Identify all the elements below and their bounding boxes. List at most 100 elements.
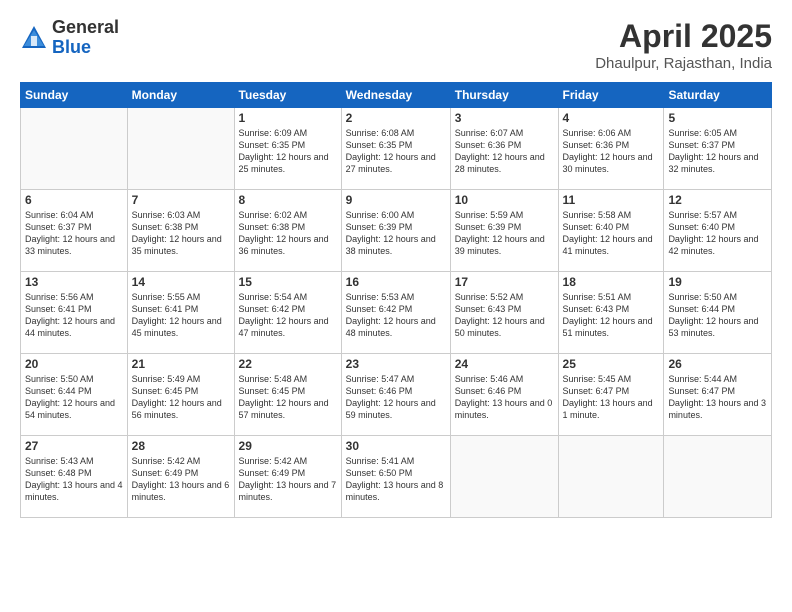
col-wednesday: Wednesday [341, 83, 450, 108]
day-number: 9 [346, 193, 446, 207]
day-number: 1 [239, 111, 337, 125]
table-row: 11Sunrise: 5:58 AMSunset: 6:40 PMDayligh… [558, 190, 664, 272]
table-row: 13 Sunrise: 5:56 AMSunset: 6:41 PMDayligh… [21, 272, 128, 354]
day-number: 11 [563, 193, 660, 207]
table-row: 19 Sunrise: 5:50 AMSunset: 6:44 PMDayligh… [664, 272, 772, 354]
table-row: 2Sunrise: 6:08 AMSunset: 6:35 PMDaylight… [341, 108, 450, 190]
day-info: Sunrise: 5:51 AMSunset: 6:43 PMDaylight:… [563, 291, 660, 340]
day-number: 23 [346, 357, 446, 371]
logo-text: General Blue [52, 18, 119, 58]
day-number: 21 [132, 357, 230, 371]
table-row: 6Sunrise: 6:04 AMSunset: 6:37 PMDaylight… [21, 190, 128, 272]
day-number: 24 [455, 357, 554, 371]
table-row: 10 Sunrise: 5:59 AMSunset: 6:39 PMDayligh… [450, 190, 558, 272]
day-info: Sunrise: 5:57 AMSunset: 6:40 PMDaylight:… [668, 209, 767, 258]
calendar-header-row: Sunday Monday Tuesday Wednesday Thursday… [21, 83, 772, 108]
day-number: 5 [668, 111, 767, 125]
day-info: Sunrise: 5:55 AMSunset: 6:41 PMDaylight:… [132, 291, 230, 340]
day-number: 28 [132, 439, 230, 453]
col-sunday: Sunday [21, 83, 128, 108]
day-info: Sunrise: 6:03 AMSunset: 6:38 PMDaylight:… [132, 209, 230, 258]
day-info: Sunrise: 5:54 AMSunset: 6:42 PMDaylight:… [239, 291, 337, 340]
calendar-week-row: 1 Sunrise: 6:09 AMSunset: 6:35 PMDaylight… [21, 108, 772, 190]
day-info: Sunrise: 5:41 AMSunset: 6:50 PMDaylight:… [346, 455, 446, 504]
day-info: Sunrise: 5:50 AMSunset: 6:44 PMDaylight:… [668, 291, 767, 340]
logo-icon [20, 24, 48, 52]
day-info: Sunrise: 6:02 AMSunset: 6:38 PMDaylight:… [239, 209, 337, 258]
table-row: 1 Sunrise: 6:09 AMSunset: 6:35 PMDaylight… [234, 108, 341, 190]
day-info: Sunrise: 5:46 AMSunset: 6:46 PMDaylight:… [455, 373, 554, 422]
day-number: 20 [25, 357, 123, 371]
table-row: 8 Sunrise: 6:02 AMSunset: 6:38 PMDaylight… [234, 190, 341, 272]
day-number: 14 [132, 275, 230, 289]
day-number: 26 [668, 357, 767, 371]
day-number: 12 [668, 193, 767, 207]
calendar-week-row: 20 Sunrise: 5:50 AMSunset: 6:44 PMDayligh… [21, 354, 772, 436]
table-row: 7 Sunrise: 6:03 AMSunset: 6:38 PMDaylight… [127, 190, 234, 272]
location-subtitle: Dhaulpur, Rajasthan, India [595, 55, 772, 72]
table-row [21, 108, 128, 190]
day-number: 15 [239, 275, 337, 289]
month-title: April 2025 [595, 18, 772, 55]
day-info: Sunrise: 5:56 AMSunset: 6:41 PMDaylight:… [25, 291, 123, 340]
table-row: 30 Sunrise: 5:41 AMSunset: 6:50 PMDayligh… [341, 436, 450, 518]
day-number: 17 [455, 275, 554, 289]
calendar-week-row: 27Sunrise: 5:43 AMSunset: 6:48 PMDayligh… [21, 436, 772, 518]
calendar-week-row: 6Sunrise: 6:04 AMSunset: 6:37 PMDaylight… [21, 190, 772, 272]
day-info: Sunrise: 5:42 AMSunset: 6:49 PMDaylight:… [132, 455, 230, 504]
day-info: Sunrise: 6:06 AMSunset: 6:36 PMDaylight:… [563, 127, 660, 176]
table-row: 21 Sunrise: 5:49 AMSunset: 6:45 PMDayligh… [127, 354, 234, 436]
day-info: Sunrise: 5:47 AMSunset: 6:46 PMDaylight:… [346, 373, 446, 422]
day-number: 29 [239, 439, 337, 453]
table-row: 25 Sunrise: 5:45 AMSunset: 6:47 PMDayligh… [558, 354, 664, 436]
day-number: 2 [346, 111, 446, 125]
day-number: 10 [455, 193, 554, 207]
table-row: 5Sunrise: 6:05 AMSunset: 6:37 PMDaylight… [664, 108, 772, 190]
day-number: 18 [563, 275, 660, 289]
day-number: 19 [668, 275, 767, 289]
day-info: Sunrise: 5:45 AMSunset: 6:47 PMDaylight:… [563, 373, 660, 422]
table-row [558, 436, 664, 518]
day-number: 8 [239, 193, 337, 207]
table-row: 14 Sunrise: 5:55 AMSunset: 6:41 PMDayligh… [127, 272, 234, 354]
calendar-body: 1 Sunrise: 6:09 AMSunset: 6:35 PMDaylight… [21, 108, 772, 518]
day-info: Sunrise: 5:50 AMSunset: 6:44 PMDaylight:… [25, 373, 123, 422]
table-row: 16 Sunrise: 5:53 AMSunset: 6:42 PMDayligh… [341, 272, 450, 354]
table-row: 9 Sunrise: 6:00 AMSunset: 6:39 PMDaylight… [341, 190, 450, 272]
table-row: 28 Sunrise: 5:42 AMSunset: 6:49 PMDayligh… [127, 436, 234, 518]
logo-general: General [52, 18, 119, 38]
day-number: 7 [132, 193, 230, 207]
day-number: 4 [563, 111, 660, 125]
table-row: 12 Sunrise: 5:57 AMSunset: 6:40 PMDayligh… [664, 190, 772, 272]
day-info: Sunrise: 5:53 AMSunset: 6:42 PMDaylight:… [346, 291, 446, 340]
header: General Blue April 2025 Dhaulpur, Rajast… [20, 18, 772, 72]
table-row: 22Sunrise: 5:48 AMSunset: 6:45 PMDayligh… [234, 354, 341, 436]
table-row: 18 Sunrise: 5:51 AMSunset: 6:43 PMDayligh… [558, 272, 664, 354]
table-row [450, 436, 558, 518]
title-block: April 2025 Dhaulpur, Rajasthan, India [595, 18, 772, 72]
day-info: Sunrise: 6:09 AMSunset: 6:35 PMDaylight:… [239, 127, 337, 176]
col-tuesday: Tuesday [234, 83, 341, 108]
day-info: Sunrise: 5:59 AMSunset: 6:39 PMDaylight:… [455, 209, 554, 258]
table-row [127, 108, 234, 190]
calendar-week-row: 13 Sunrise: 5:56 AMSunset: 6:41 PMDayligh… [21, 272, 772, 354]
day-number: 30 [346, 439, 446, 453]
day-number: 22 [239, 357, 337, 371]
col-thursday: Thursday [450, 83, 558, 108]
day-number: 27 [25, 439, 123, 453]
table-row: 27Sunrise: 5:43 AMSunset: 6:48 PMDayligh… [21, 436, 128, 518]
table-row: 3Sunrise: 6:07 AMSunset: 6:36 PMDaylight… [450, 108, 558, 190]
day-info: Sunrise: 5:44 AMSunset: 6:47 PMDaylight:… [668, 373, 767, 422]
day-number: 25 [563, 357, 660, 371]
day-info: Sunrise: 5:49 AMSunset: 6:45 PMDaylight:… [132, 373, 230, 422]
day-info: Sunrise: 6:00 AMSunset: 6:39 PMDaylight:… [346, 209, 446, 258]
table-row: 20 Sunrise: 5:50 AMSunset: 6:44 PMDayligh… [21, 354, 128, 436]
table-row: 17Sunrise: 5:52 AMSunset: 6:43 PMDayligh… [450, 272, 558, 354]
day-info: Sunrise: 5:42 AMSunset: 6:49 PMDaylight:… [239, 455, 337, 504]
table-row [664, 436, 772, 518]
col-saturday: Saturday [664, 83, 772, 108]
table-row: 4 Sunrise: 6:06 AMSunset: 6:36 PMDaylight… [558, 108, 664, 190]
day-info: Sunrise: 6:07 AMSunset: 6:36 PMDaylight:… [455, 127, 554, 176]
day-number: 16 [346, 275, 446, 289]
day-number: 13 [25, 275, 123, 289]
